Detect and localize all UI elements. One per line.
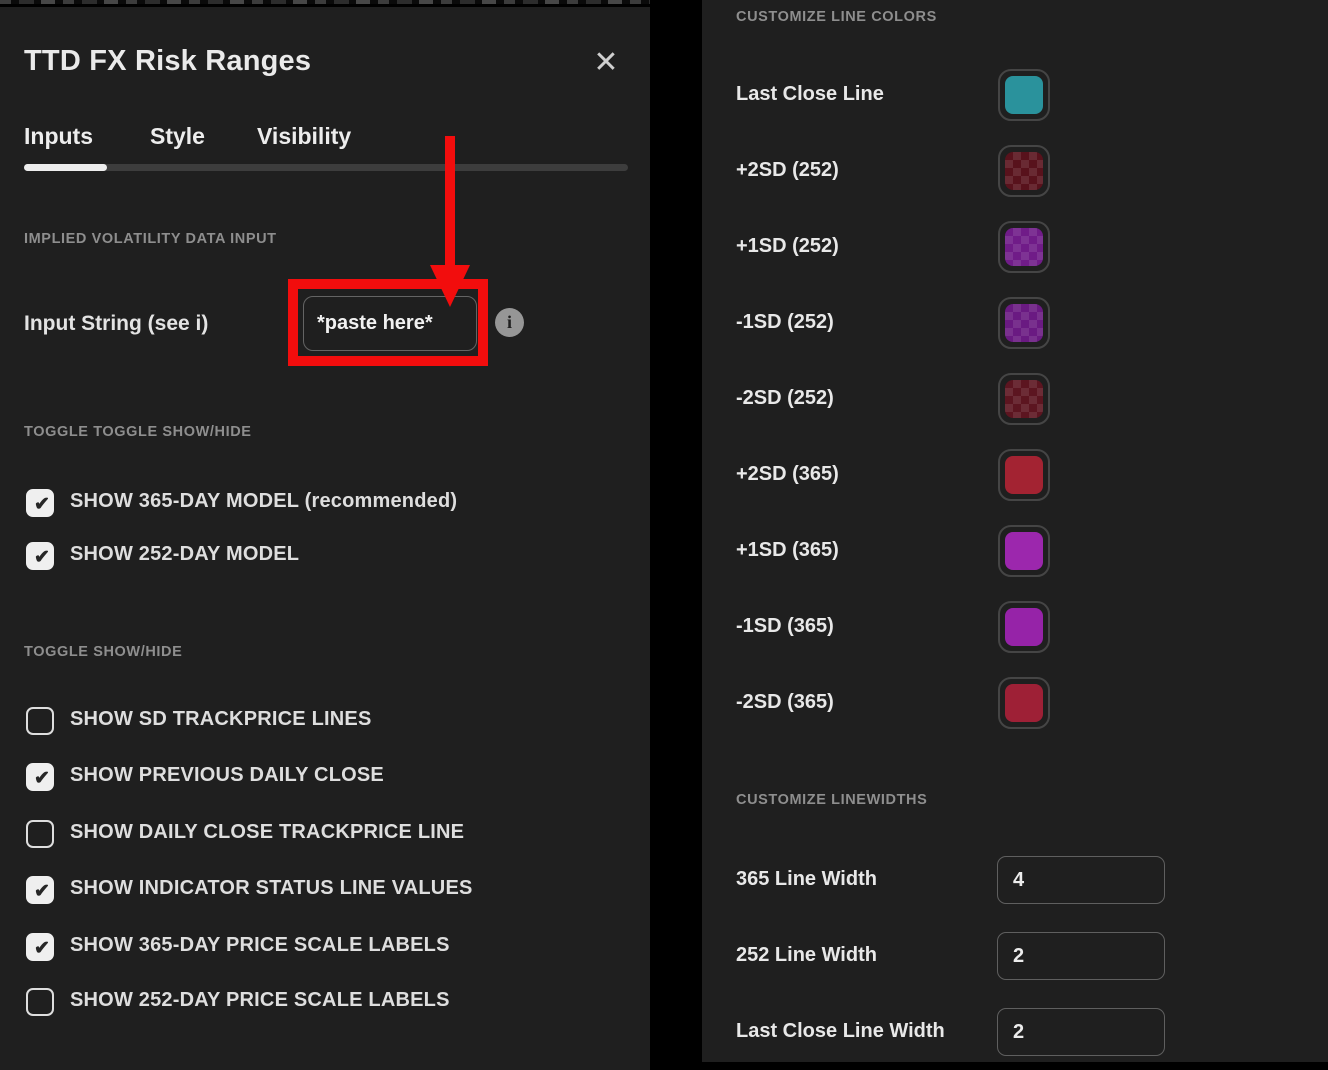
color-row-label: +1SD (252) [736,235,839,258]
swatch-fill [1005,684,1043,722]
color-row: Last Close Line [702,69,1328,121]
swatch-fill [1005,608,1043,646]
info-icon[interactable]: i [495,308,524,337]
width-row-label: Last Close Line Width [736,1020,945,1043]
color-swatch-plus1sd-252[interactable] [998,221,1050,273]
dialog-title: TTD FX Risk Ranges [24,45,311,78]
section-header-line-colors: CUSTOMIZE LINE COLORS [736,9,937,25]
color-row-label: +2SD (252) [736,159,839,182]
width-row: 252 Line Width [702,932,1328,980]
swatch-fill [1005,380,1043,418]
width-row-label: 365 Line Width [736,868,877,891]
color-row: +1SD (365) [702,525,1328,577]
cropped-toolbar-strip [0,0,650,4]
swatch-fill [1005,76,1043,114]
width-row-label: 252 Line Width [736,944,877,967]
tab-track [24,164,628,171]
color-swatch-plus2sd-252[interactable] [998,145,1050,197]
color-row: +2SD (365) [702,449,1328,501]
checkbox-label: SHOW 365-DAY PRICE SCALE LABELS [70,934,450,957]
checkbox-label: SHOW 252-DAY PRICE SCALE LABELS [70,989,450,1012]
color-row-label: +2SD (365) [736,463,839,486]
annotation-arrow-head-icon [430,265,470,307]
color-row-label: -2SD (252) [736,387,834,410]
color-row-label: -1SD (365) [736,615,834,638]
color-row-label: +1SD (365) [736,539,839,562]
checkbox-label: SHOW 252-DAY MODEL [70,543,299,566]
color-swatch-minus1sd-252[interactable] [998,297,1050,349]
color-row: +2SD (252) [702,145,1328,197]
checkbox-show-indicator-status-line-values[interactable] [26,876,54,904]
checkbox-show-252-day-price-scale-labels[interactable] [26,988,54,1016]
section-header-iv-input: IMPLIED VOLATILITY DATA INPUT [24,231,277,247]
section-header-model-toggles: TOGGLE TOGGLE SHOW/HIDE [24,424,252,440]
checkbox-label: SHOW INDICATOR STATUS LINE VALUES [70,877,473,900]
color-row-label: -2SD (365) [736,691,834,714]
checkbox-label: SHOW PREVIOUS DAILY CLOSE [70,764,384,787]
color-row: -1SD (252) [702,297,1328,349]
checkbox-label: SHOW 365-DAY MODEL (recommended) [70,490,457,513]
color-swatch-minus2sd-252[interactable] [998,373,1050,425]
checkbox-show-252-day-model[interactable] [26,542,54,570]
color-swatch-plus1sd-365[interactable] [998,525,1050,577]
swatch-fill [1005,152,1043,190]
checkbox-show-365-day-model[interactable] [26,489,54,517]
input-252-line-width[interactable] [997,932,1165,980]
input-last-close-line-width[interactable] [997,1008,1165,1056]
input-365-line-width[interactable] [997,856,1165,904]
checkbox-show-365-day-price-scale-labels[interactable] [26,933,54,961]
color-row-label: Last Close Line [736,83,884,106]
checkbox-show-daily-close-trackprice-line[interactable] [26,820,54,848]
color-row-label: -1SD (252) [736,311,834,334]
annotation-arrow-icon [445,136,455,267]
color-swatch-last-close-line[interactable] [998,69,1050,121]
swatch-fill [1005,456,1043,494]
checkbox-label: SHOW SD TRACKPRICE LINES [70,708,371,731]
input-string-label: Input String (see i) [24,312,208,336]
color-row: -2SD (252) [702,373,1328,425]
swatch-fill [1005,228,1043,266]
style-settings-panel: CUSTOMIZE LINE COLORS Last Close Line +2… [702,0,1328,1062]
checkbox-show-previous-daily-close[interactable] [26,763,54,791]
swatch-fill [1005,532,1043,570]
color-row: -2SD (365) [702,677,1328,729]
checkbox-show-sd-trackprice-lines[interactable] [26,707,54,735]
color-swatch-minus2sd-365[interactable] [998,677,1050,729]
checkbox-label: SHOW DAILY CLOSE TRACKPRICE LINE [70,821,464,844]
swatch-fill [1005,304,1043,342]
color-swatch-minus1sd-365[interactable] [998,601,1050,653]
settings-dialog: TTD FX Risk Ranges ✕ Inputs Style Visibi… [0,7,650,1070]
tab-inputs[interactable]: Inputs [24,123,93,150]
section-header-linewidths: CUSTOMIZE LINEWIDTHS [736,792,927,808]
tab-active-indicator [24,164,107,171]
color-swatch-plus2sd-365[interactable] [998,449,1050,501]
close-icon[interactable]: ✕ [586,43,626,83]
tab-style[interactable]: Style [150,123,205,150]
width-row: Last Close Line Width [702,1008,1328,1056]
section-header-visibility-toggles: TOGGLE SHOW/HIDE [24,644,182,660]
color-row: +1SD (252) [702,221,1328,273]
tab-visibility[interactable]: Visibility [257,123,351,150]
color-row: -1SD (365) [702,601,1328,653]
width-row: 365 Line Width [702,856,1328,904]
